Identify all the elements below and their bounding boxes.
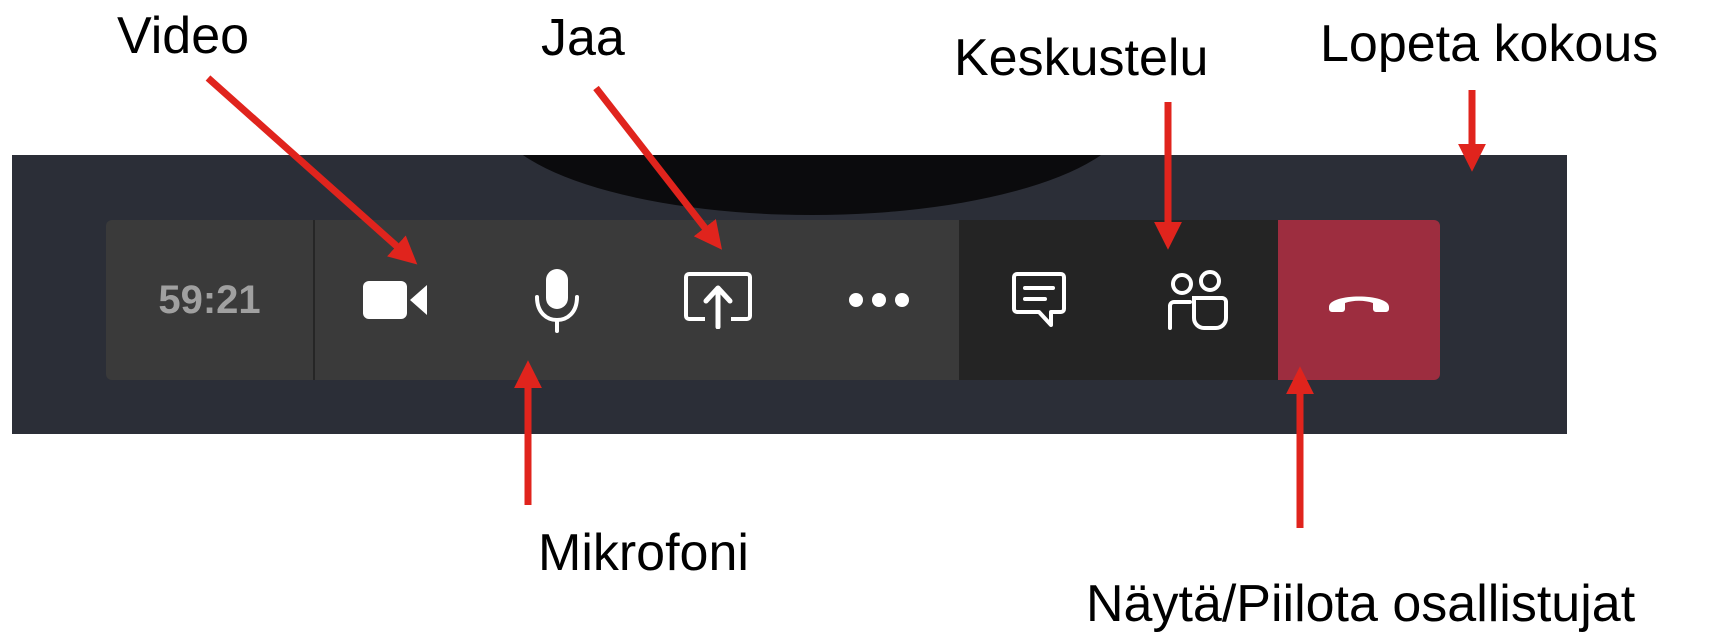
annotation-participants-label: Näytä/Piilota osallistujat	[1086, 575, 1636, 633]
call-timer-text: 59:21	[158, 277, 261, 322]
call-controls-toolbar: 59:21	[106, 220, 1440, 380]
chat-icon	[1011, 272, 1066, 327]
call-timer: 59:21	[106, 220, 315, 380]
video-feed	[492, 155, 1132, 215]
more-dots-icon	[848, 293, 909, 307]
hang-up-icon	[1329, 296, 1389, 312]
annotation-video-label: Video	[117, 7, 250, 65]
more-options-button[interactable]	[798, 220, 959, 380]
annotation-microphone-label: Mikrofoni	[538, 524, 749, 582]
microphone-button[interactable]	[476, 220, 637, 380]
annotation-share-label: Jaa	[541, 9, 625, 67]
main-controls	[315, 220, 959, 380]
chat-button[interactable]	[959, 220, 1119, 380]
microphone-icon	[534, 269, 579, 333]
hang-up-button[interactable]	[1278, 220, 1440, 380]
annotation-end-meeting-label: Lopeta kokous	[1320, 15, 1659, 73]
participants-button[interactable]	[1119, 220, 1279, 380]
camera-button[interactable]	[315, 220, 476, 380]
annotation-chat-label: Keskustelu	[954, 29, 1209, 87]
video-camera-icon	[362, 281, 427, 319]
side-controls	[959, 220, 1278, 380]
participants-icon	[1168, 270, 1229, 330]
share-button[interactable]	[637, 220, 798, 380]
share-screen-icon	[683, 272, 752, 329]
